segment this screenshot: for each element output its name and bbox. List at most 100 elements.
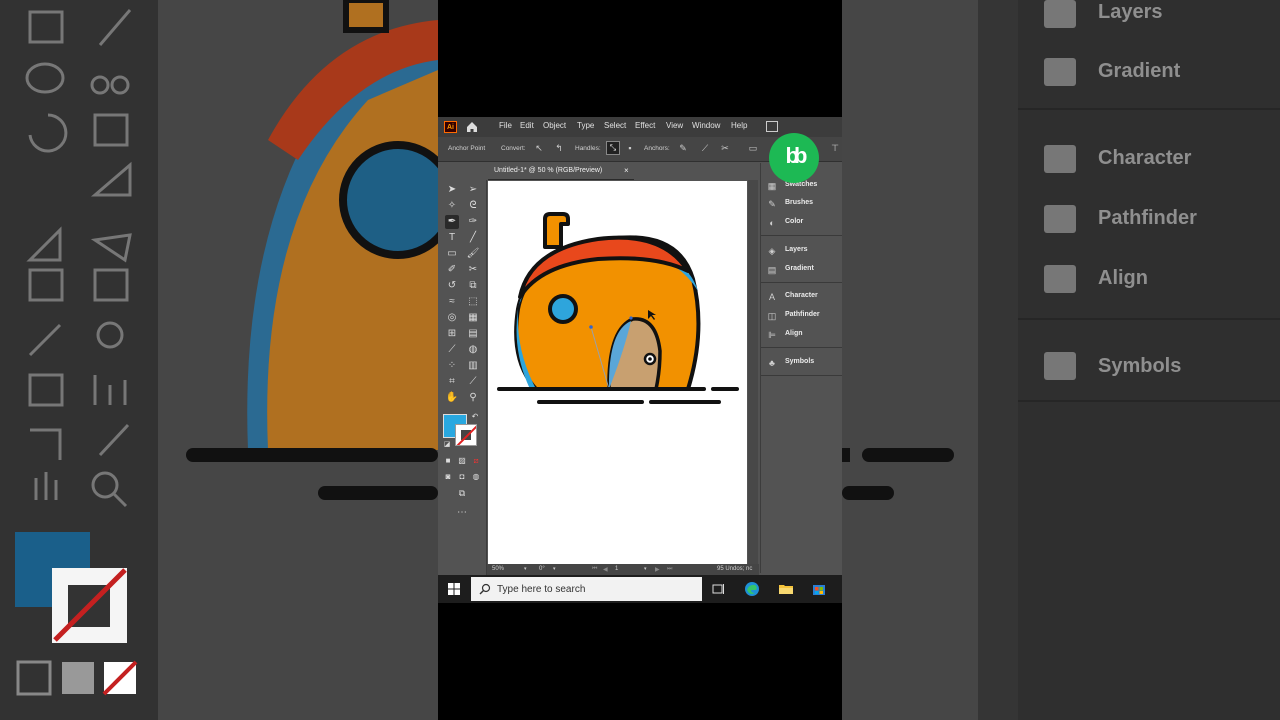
draw-normal-icon[interactable]: ◙ xyxy=(441,470,455,484)
gradient-tool-icon[interactable]: ▤ xyxy=(466,327,480,341)
perspective-grid-tool-icon[interactable]: ▦ xyxy=(466,311,480,325)
home-icon[interactable] xyxy=(465,120,479,134)
column-graph-tool-icon[interactable]: ▥ xyxy=(466,359,480,373)
close-tab-icon[interactable]: × xyxy=(624,166,629,175)
align-icon xyxy=(1044,265,1076,293)
warp-tool-icon[interactable]: ≈ xyxy=(445,295,459,309)
task-view-icon[interactable] xyxy=(710,581,726,597)
selection-tool-icon[interactable]: ➤ xyxy=(445,183,459,197)
scale-tool-icon[interactable]: ⧉ xyxy=(466,279,480,293)
menu-effect[interactable]: Effect xyxy=(635,121,655,130)
blurred-canvas xyxy=(158,0,438,720)
pen-tool-icon[interactable]: ✒ xyxy=(445,215,459,229)
first-artboard-icon[interactable]: ⏮ xyxy=(592,566,597,573)
panel-label: Gradient xyxy=(785,265,814,272)
type-tool-icon[interactable]: T xyxy=(445,231,459,245)
mesh-tool-icon[interactable]: ⊞ xyxy=(445,327,459,341)
document-tab[interactable]: Untitled-1* @ 50 % (RGB/Preview) × xyxy=(488,163,634,180)
previous-artboard-icon[interactable]: ◀ xyxy=(603,566,608,573)
symbols-icon xyxy=(1044,352,1076,380)
blend-tool-icon[interactable]: ◍ xyxy=(466,343,480,357)
line-tool-icon[interactable]: ╱ xyxy=(466,231,480,245)
menu-edit[interactable]: Edit xyxy=(520,121,534,130)
blurred-background-right: Layers Gradient Character Pathfinder Ali… xyxy=(842,0,1280,720)
blurred-canvas-right xyxy=(842,0,978,720)
store-icon[interactable] xyxy=(811,581,827,597)
house-illustration[interactable] xyxy=(488,181,747,566)
character-icon xyxy=(1044,145,1076,173)
zoom-tool-icon[interactable]: ⚲ xyxy=(466,391,480,405)
taskbar-search-box[interactable]: Type here to search xyxy=(471,577,702,601)
scissors-tool-icon[interactable]: ✂ xyxy=(466,263,480,277)
magic-wand-tool-icon[interactable]: ✧ xyxy=(445,199,459,213)
color-icon: ◐ xyxy=(769,218,775,228)
free-transform-tool-icon[interactable]: ⬚ xyxy=(466,295,480,309)
artboard[interactable] xyxy=(488,181,747,566)
hand-tool-icon[interactable]: ✋ xyxy=(445,391,459,405)
more-tools-icon[interactable]: ⋯ xyxy=(455,506,469,520)
divider xyxy=(1018,108,1280,110)
symbol-sprayer-tool-icon[interactable]: ⁘ xyxy=(445,359,459,373)
next-artboard-icon[interactable]: ▶ xyxy=(655,566,660,573)
file-explorer-icon[interactable] xyxy=(778,581,794,597)
panel-label: Symbols xyxy=(785,358,815,365)
vertical-scrollbar[interactable] xyxy=(748,180,758,565)
rectangle-tool-icon[interactable]: ▭ xyxy=(445,247,459,261)
menu-type[interactable]: Type xyxy=(577,121,594,130)
none-mode-icon[interactable]: ⧄ xyxy=(469,454,483,468)
panel-label: Brushes xyxy=(785,199,814,206)
rotation-value[interactable]: 0° xyxy=(539,566,545,572)
connect-anchor-icon[interactable]: ⟋ xyxy=(700,143,710,153)
anchors-label: Anchors: xyxy=(644,145,670,152)
cut-path-icon[interactable]: ✂ xyxy=(720,143,730,153)
color-mode-icon[interactable]: ■ xyxy=(441,454,455,468)
curvature-tool-icon[interactable]: ✑ xyxy=(466,215,480,229)
rotation-dropdown-icon[interactable]: ▾ xyxy=(553,566,556,572)
edge-browser-icon[interactable] xyxy=(744,581,760,597)
artboard-tool-icon[interactable]: ⌗ xyxy=(445,375,459,389)
default-colors-icon[interactable]: ◪ xyxy=(440,438,454,452)
menu-help[interactable]: Help xyxy=(731,121,747,130)
zoom-dropdown-icon[interactable]: ▾ xyxy=(524,566,527,572)
draw-behind-icon[interactable]: ◘ xyxy=(455,470,469,484)
canvas-area[interactable] xyxy=(487,180,759,566)
handles-label: Handles: xyxy=(575,145,601,152)
tools-panel: ➤ ➢ ✧ ᘓ ✒ ✑ T ╱ ▭ 🖌 ✐ ✂ ↺ ⧉ ≈ ⬚ ◎ ▦ ⊞ ▤ … xyxy=(438,180,487,586)
align-options-icon[interactable]: ▭ xyxy=(748,143,758,153)
draw-inside-icon[interactable]: ◍ xyxy=(469,470,483,484)
divider xyxy=(761,235,842,236)
align-top-icon[interactable]: ⊤ xyxy=(830,143,840,153)
shape-builder-tool-icon[interactable]: ◎ xyxy=(445,311,459,325)
hide-handles-icon[interactable]: ▪ xyxy=(625,143,635,153)
convert-smooth-icon[interactable]: ↰ xyxy=(554,143,564,153)
menu-window[interactable]: Window xyxy=(692,121,720,130)
swap-colors-icon[interactable]: ↶ xyxy=(468,410,482,424)
menu-select[interactable]: Select xyxy=(604,121,626,130)
slice-tool-icon[interactable]: ⟋ xyxy=(466,375,480,389)
artboard-number[interactable]: 1 xyxy=(615,566,618,572)
menu-object[interactable]: Object xyxy=(543,121,566,130)
windows-start-icon[interactable] xyxy=(448,583,460,595)
stroke-color-swatch[interactable] xyxy=(455,424,477,446)
last-artboard-icon[interactable]: ⏭ xyxy=(667,566,672,573)
blurred-panel-label: Symbols xyxy=(1098,355,1182,377)
convert-corner-icon[interactable]: ↖ xyxy=(534,143,544,153)
divider xyxy=(761,375,842,376)
gradient-icon xyxy=(1044,58,1076,86)
blurred-panel-label: Align xyxy=(1098,267,1148,289)
direct-selection-tool-icon[interactable]: ➢ xyxy=(466,183,480,197)
show-handles-icon[interactable]: ⤡ xyxy=(606,141,620,155)
remove-anchor-icon[interactable]: ✎ xyxy=(678,143,688,153)
gradient-mode-icon[interactable]: ▨ xyxy=(455,454,469,468)
zoom-level[interactable]: 50% xyxy=(492,566,504,572)
menu-file[interactable]: File xyxy=(499,121,512,130)
eyedropper-tool-icon[interactable]: ⟋ xyxy=(445,343,459,357)
workspace-switcher-icon[interactable] xyxy=(766,121,778,132)
rotate-tool-icon[interactable]: ↺ xyxy=(445,279,459,293)
artboard-dropdown-icon[interactable]: ▾ xyxy=(644,566,647,572)
paintbrush-tool-icon[interactable]: 🖌 xyxy=(466,247,480,261)
lasso-tool-icon[interactable]: ᘓ xyxy=(466,199,480,213)
shaper-tool-icon[interactable]: ✐ xyxy=(445,263,459,277)
screen-mode-icon[interactable]: ⧉ xyxy=(455,486,469,500)
menu-view[interactable]: View xyxy=(666,121,683,130)
